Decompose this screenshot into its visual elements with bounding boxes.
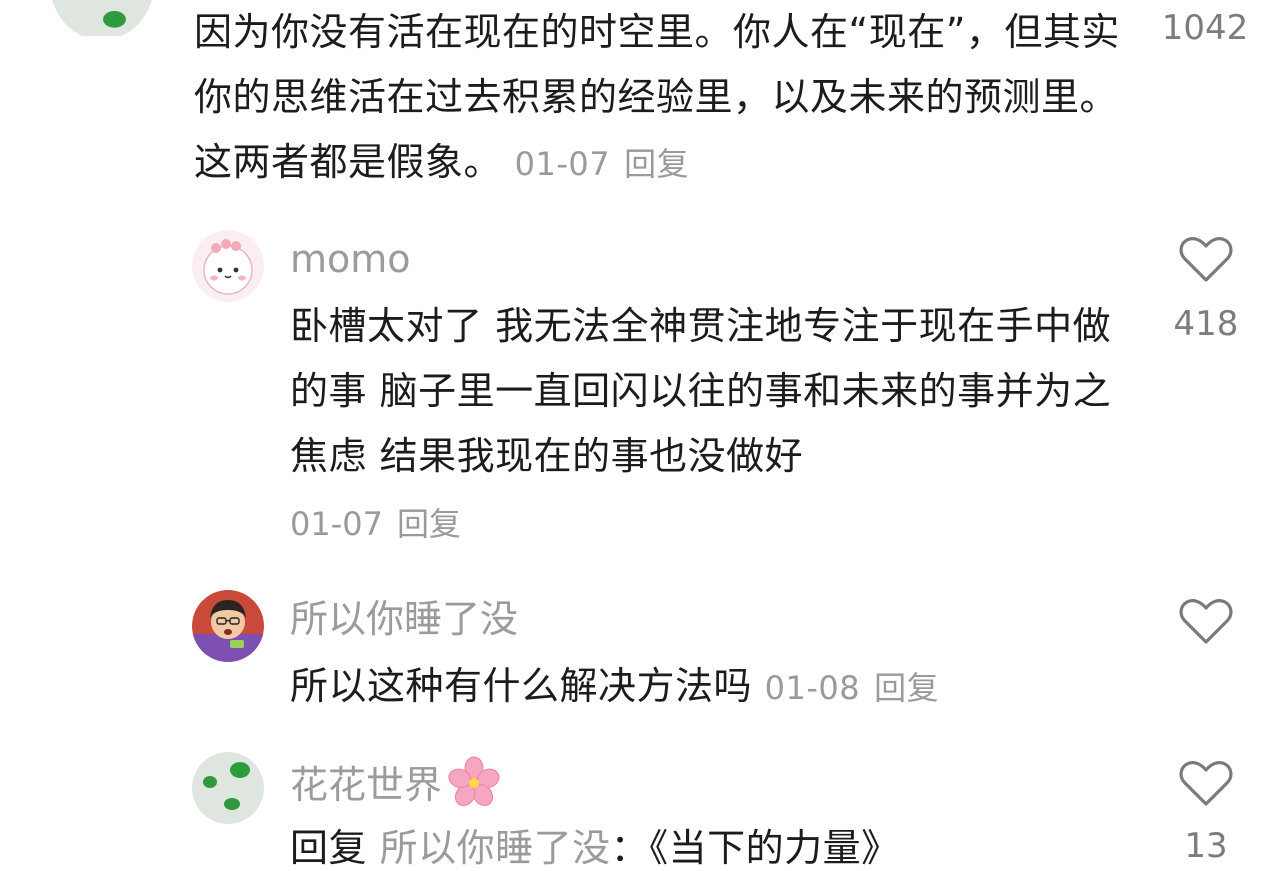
- comment-text: 卧槽太对了 我无法全神贯注地专注于现在手中做的事 脑子里一直回闪以往的事和未来的…: [290, 304, 1112, 478]
- heart-outline-icon: [1179, 237, 1233, 282]
- heart-outline-icon: [1179, 761, 1233, 806]
- reply-button[interactable]: 回复: [874, 669, 939, 707]
- username[interactable]: 所以你睡了没: [290, 594, 518, 644]
- reply-button[interactable]: 回复: [624, 145, 689, 183]
- comment-date: 01-08: [764, 669, 861, 707]
- like-count: 13: [1184, 826, 1228, 866]
- like-button[interactable]: [1171, 236, 1241, 284]
- comment-date: 01-07: [514, 145, 611, 183]
- comment-text: 所以这种有什么解决方法吗 01-08 回复: [290, 664, 940, 708]
- cherry-blossom-icon: [448, 756, 500, 806]
- comment-date: 01-07: [290, 505, 383, 543]
- like-count: 418: [1173, 304, 1239, 344]
- comment-thread: 因为你没有活在现在的时空里。你人在“现在”，但其实你的思维活在过去积累的经验里，…: [0, 0, 1284, 871]
- comment-meta: 01-08 回复: [765, 669, 940, 707]
- reply-target-username[interactable]: 所以你睡了没: [380, 826, 611, 870]
- username[interactable]: momo: [290, 234, 411, 284]
- like-button[interactable]: [1171, 598, 1241, 646]
- like-button[interactable]: [1171, 760, 1241, 808]
- avatar[interactable]: [192, 230, 264, 302]
- like-count: 1042: [1161, 8, 1249, 48]
- comment-meta: 01-07 回复: [290, 504, 461, 544]
- avatar[interactable]: [192, 752, 264, 824]
- avatar[interactable]: [192, 590, 264, 662]
- username[interactable]: 花花世界: [290, 756, 500, 810]
- reply-button[interactable]: 回复: [397, 505, 461, 543]
- avatar[interactable]: [50, 0, 154, 40]
- reply-prefix: 回复: [290, 826, 368, 870]
- comment-meta: 01-07 回复: [515, 145, 690, 183]
- comment-text: 因为你没有活在现在的时空里。你人在“现在”，但其实你的思维活在过去积累的经验里，…: [194, 10, 1120, 184]
- heart-outline-icon: [1179, 599, 1233, 644]
- comment-text: 回复 所以你睡了没：《当下的力量》: [290, 826, 900, 870]
